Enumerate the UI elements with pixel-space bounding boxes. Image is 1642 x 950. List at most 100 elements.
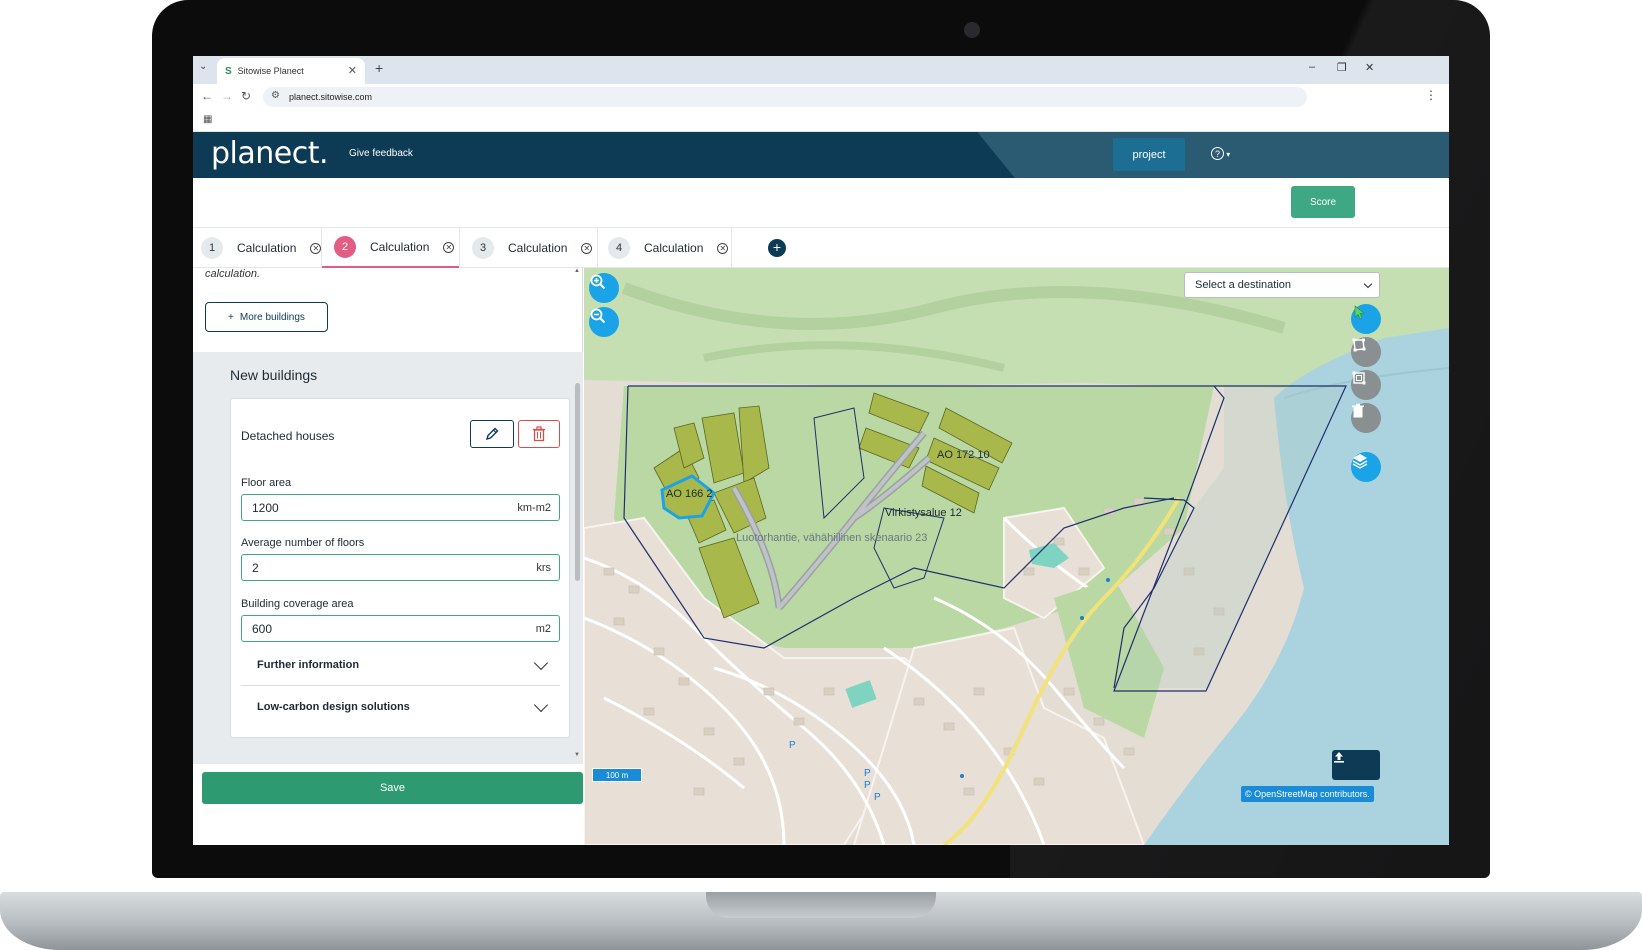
close-window-icon[interactable]: ✕ — [1365, 61, 1374, 74]
browser-tab[interactable]: S Sitowise Planect ✕ — [217, 58, 365, 84]
floors-input[interactable]: 2 krs — [241, 554, 560, 581]
recreation-area-label: Virkistysalue 12 — [885, 507, 962, 519]
scroll-thumb[interactable] — [575, 383, 580, 581]
delete-building-button[interactable] — [518, 420, 560, 448]
low-carbon-accordion[interactable]: Low-carbon design solutions — [241, 687, 560, 727]
destination-select[interactable]: Select a destination — [1184, 272, 1380, 298]
zoom-out-button[interactable] — [589, 307, 619, 337]
app-header: planect. Give feedback project ? ▾ — [193, 132, 1449, 178]
zoom-in-icon — [590, 274, 606, 290]
browser-menu-icon[interactable]: ⋮ — [1425, 88, 1437, 102]
new-tab-icon[interactable]: + — [375, 60, 383, 76]
layers-button[interactable] — [1351, 452, 1381, 482]
accordion-label: Low-carbon design solutions — [257, 701, 410, 713]
close-tab-icon[interactable]: ✕ — [581, 242, 593, 254]
more-buildings-label: More buildings — [239, 311, 305, 323]
calculation-note: calculation. — [205, 268, 261, 280]
svg-text:P: P — [864, 780, 871, 791]
new-buildings-section: New buildings Detached houses Floor area… — [193, 352, 583, 764]
bookmarks-bar: ▦ — [193, 110, 1449, 132]
minimize-icon[interactable]: – — [1309, 61, 1315, 73]
svg-text:P: P — [864, 768, 871, 779]
webcam — [964, 22, 980, 38]
project-button[interactable]: project — [1113, 138, 1185, 171]
tab-number: 3 — [472, 237, 494, 259]
forward-icon[interactable]: → — [221, 89, 233, 103]
building-card-title: Detached houses — [241, 429, 335, 443]
back-icon[interactable]: ← — [201, 89, 213, 103]
tab-label: Calculation — [644, 241, 704, 255]
calculation-tabs: 1 Calculation ✕ 2 Calculation ✕ 3 Calcul… — [193, 228, 1449, 268]
close-tab-icon[interactable]: ✕ — [310, 242, 322, 254]
chevron-down-icon — [533, 697, 549, 713]
pencil-icon — [485, 427, 499, 441]
laptop-notch — [706, 892, 936, 918]
map-attribution[interactable]: © OpenStreetMap contributors. — [1241, 786, 1374, 802]
score-toolbar: Score — [193, 178, 1449, 228]
zoom-out-icon — [590, 308, 606, 324]
address-bar: ← → ↻ ⚙ planect.sitowise.com ⋮ — [193, 84, 1449, 110]
tab-calculation-3[interactable]: 3 Calculation ✕ — [460, 228, 597, 268]
give-feedback-link[interactable]: Give feedback — [349, 148, 413, 159]
accordion-divider — [241, 685, 560, 686]
parcel-label-a: AO 166 2 — [666, 488, 713, 500]
help-circle-icon[interactable]: ? ▾ — [1211, 145, 1230, 160]
parcel-label-b: AO 172 10 — [937, 449, 990, 461]
tab-calculation-2[interactable]: 2 Calculation ✕ — [322, 228, 459, 268]
reload-icon[interactable]: ↻ — [241, 89, 251, 103]
draw-polygon-button[interactable] — [1351, 337, 1381, 367]
add-calculation-icon[interactable]: + — [768, 239, 786, 257]
select-tool-button[interactable] — [1351, 304, 1381, 334]
calculation-panel: calculation. + More buildings New buildi… — [193, 268, 583, 845]
draw-rectangle-icon — [1352, 371, 1366, 385]
close-tab-icon[interactable]: ✕ — [348, 64, 357, 77]
tab-label: Calculation — [370, 240, 430, 254]
scenario-label: Luotorhantie, vähähiilinen skenaario 23 — [736, 532, 928, 544]
export-icon — [1334, 752, 1344, 763]
scroll-up-icon[interactable]: ▲ — [574, 268, 580, 274]
tab-list-icon[interactable]: ⌄ — [199, 61, 207, 72]
floors-value: 2 — [252, 560, 259, 575]
more-buildings-button[interactable]: + More buildings — [205, 302, 328, 332]
floors-label: Average number of floors — [241, 537, 365, 549]
plus-icon: + — [228, 311, 234, 323]
zoom-in-button[interactable] — [589, 273, 619, 303]
draw-rectangle-button[interactable] — [1351, 370, 1381, 400]
floor-area-input[interactable]: 1200 km-m2 — [241, 494, 560, 521]
edit-building-button[interactable] — [470, 420, 514, 448]
building-card: Detached houses Floor area 1200 km-m2 Av… — [230, 398, 570, 738]
maximize-icon[interactable]: ❐ — [1337, 61, 1347, 74]
tab-calculation-4[interactable]: 4 Calculation ✕ — [598, 228, 731, 268]
map-scale-bar: 100 m — [592, 768, 642, 782]
close-tab-icon[interactable]: ✕ — [717, 242, 729, 254]
panel-scrollbar[interactable]: ▲ ▼ — [572, 268, 582, 764]
url-field[interactable]: ⚙ planect.sitowise.com — [263, 87, 1307, 107]
save-bar: Save — [193, 764, 583, 845]
score-button[interactable]: Score — [1291, 186, 1355, 218]
accordion-label: Further information — [257, 659, 360, 671]
coverage-value: 600 — [252, 621, 273, 636]
export-button[interactable] — [1332, 750, 1380, 780]
close-tab-icon[interactable]: ✕ — [443, 241, 455, 253]
draw-polygon-icon — [1352, 338, 1366, 352]
map-view[interactable]: PPPP AO 166 2 AO 172 10 Virkistysalue 12… — [584, 268, 1449, 845]
coverage-input[interactable]: 600 m2 — [241, 615, 560, 642]
tab-label: Calculation — [237, 241, 297, 255]
planect-logo[interactable]: planect. — [211, 136, 329, 171]
tab-calculation-1[interactable]: 1 Calculation ✕ — [197, 228, 325, 268]
chevron-down-icon — [533, 655, 549, 671]
delete-shape-button[interactable] — [1351, 403, 1381, 433]
floors-unit: krs — [536, 562, 551, 574]
floor-area-label: Floor area — [241, 477, 292, 489]
browser-tabbar: ⌄ S Sitowise Planect ✕ + – ❐ ✕ — [193, 56, 1449, 84]
save-button[interactable]: Save — [202, 772, 583, 804]
map-canvas[interactable]: PPPP — [584, 268, 1449, 845]
tab-number: 4 — [608, 237, 630, 259]
floor-area-value: 1200 — [252, 500, 279, 515]
site-info-icon[interactable]: ⚙ — [271, 90, 280, 101]
floor-area-unit: km-m2 — [517, 502, 551, 514]
further-information-accordion[interactable]: Further information — [241, 645, 560, 685]
scroll-down-icon[interactable]: ▼ — [574, 752, 580, 758]
destination-select-value: Select a destination — [1195, 279, 1292, 291]
apps-grid-icon[interactable]: ▦ — [203, 114, 212, 125]
